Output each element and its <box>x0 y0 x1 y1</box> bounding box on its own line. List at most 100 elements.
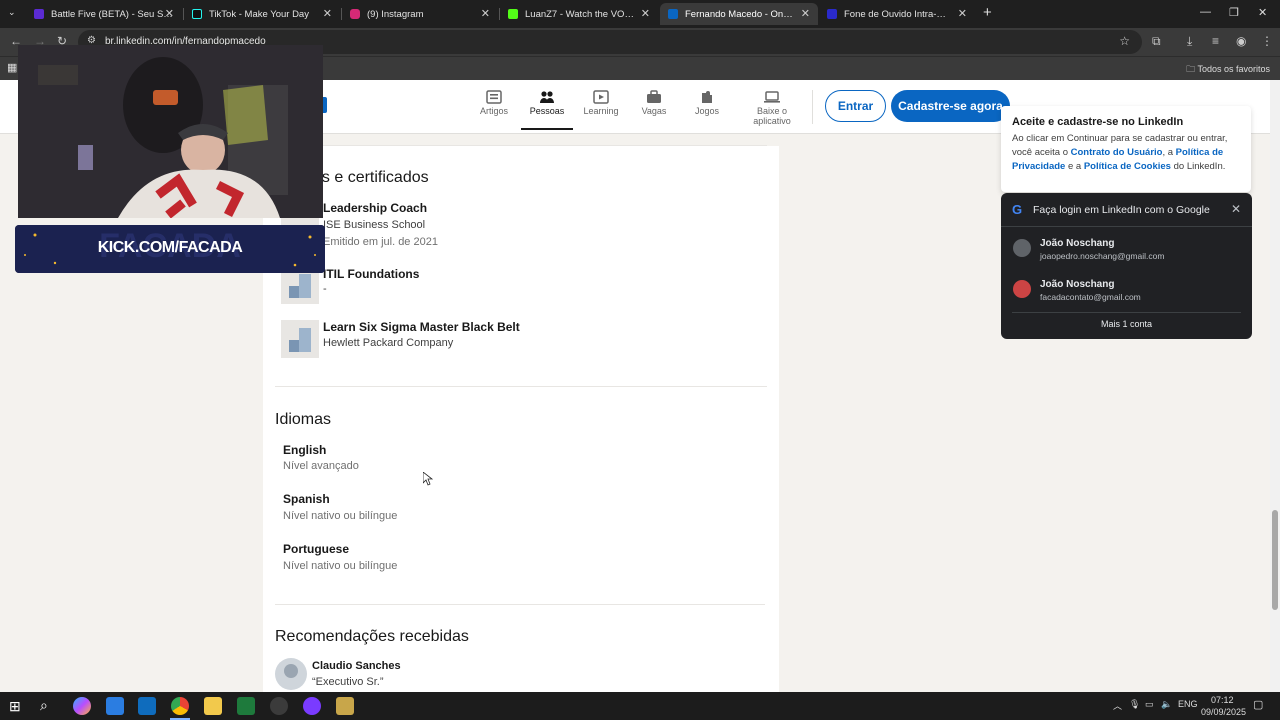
nav-artigos[interactable]: Artigos <box>468 90 520 116</box>
tiktok-favicon-icon <box>192 9 202 19</box>
folder-icon: 🗀 <box>1186 64 1196 74</box>
chrome-icon[interactable] <box>171 697 189 715</box>
cert-title[interactable]: ITIL Foundations <box>323 267 419 281</box>
clock-time[interactable]: 07:12 <box>1211 695 1234 705</box>
languages-heading: Idiomas <box>275 411 332 428</box>
maximize-icon[interactable]: ❐ <box>1229 6 1239 19</box>
account-avatar <box>1013 239 1031 257</box>
tab-fone-de-ouvido[interactable]: Fone de Ouvido Intra-auricular ✕ <box>819 3 975 25</box>
recommender-quote: “Executivo Sr.” <box>312 676 384 688</box>
cert-title[interactable]: Leadership Coach <box>323 201 427 215</box>
google-g-icon: G <box>1012 202 1023 217</box>
language-level: Nível nativo ou bilíngue <box>283 510 398 522</box>
articles-icon <box>486 90 502 104</box>
apps-grid-icon[interactable]: ▦ <box>7 61 17 74</box>
nav-pessoas[interactable]: Pessoas <box>521 90 573 130</box>
google-signin-title: Faça login em LinkedIn com o Google <box>1033 204 1210 216</box>
notifications-icon[interactable]: ▢ <box>1253 698 1263 711</box>
cert-date: Emitido em jul. de 2021 <box>323 236 438 248</box>
start-icon[interactable]: ⊞ <box>9 698 21 715</box>
battle-five-favicon-icon <box>34 9 44 19</box>
google-signin-panel: G Faça login em LinkedIn com o Google ✕ … <box>1001 193 1252 339</box>
network-icon[interactable]: ▭ <box>1145 699 1154 710</box>
close-window-icon[interactable]: ✕ <box>1258 6 1267 19</box>
close-tab-icon[interactable]: ✕ <box>958 7 967 20</box>
close-tab-icon[interactable]: ✕ <box>481 7 490 20</box>
browser-menu-icon[interactable]: ⋮ <box>1261 34 1273 48</box>
minimize-icon[interactable]: — <box>1200 6 1211 18</box>
signin-button[interactable]: Entrar <box>825 90 886 122</box>
outlook-icon[interactable] <box>138 697 156 715</box>
tab-battle-five[interactable]: Battle Five (BETA) - Seu Squad, ✕ <box>26 3 182 25</box>
more-accounts-button[interactable]: Mais 1 conta <box>1001 319 1252 329</box>
user-agreement-link[interactable]: Contrato do Usuário <box>1071 147 1163 158</box>
certificate-placeholder-icon <box>281 320 319 358</box>
new-tab-icon[interactable]: + <box>983 4 992 21</box>
google-signin-header: G Faça login em LinkedIn com o Google ✕ <box>1001 193 1252 227</box>
microphone-icon[interactable]: 🎙 <box>1129 699 1140 710</box>
tray-overflow-icon[interactable]: ︿ <box>1113 699 1122 712</box>
volume-icon[interactable]: 🔈 <box>1161 699 1172 710</box>
consent-popup: Aceite e cadastre-se no LinkedIn Ao clic… <box>1001 106 1251 192</box>
store-icon[interactable] <box>106 697 124 715</box>
kick-banner: FACADA KICK.COM/FACADA <box>15 225 325 273</box>
signup-button[interactable]: Cadastre-se agora <box>891 90 1010 122</box>
excel-icon[interactable] <box>237 697 255 715</box>
all-bookmarks-button[interactable]: 🗀 Todos os favoritos <box>1186 62 1270 78</box>
close-tab-icon[interactable]: ✕ <box>323 7 332 20</box>
bookmark-star-icon[interactable]: ☆ <box>1119 34 1130 48</box>
nav-baixe-o-aplicativo[interactable]: Baixe o aplicativo <box>739 90 805 126</box>
messenger-icon[interactable] <box>303 697 321 715</box>
nav-jogos[interactable]: Jogos <box>681 90 733 116</box>
people-icon <box>540 91 554 103</box>
games-icon <box>702 91 712 103</box>
google-account-item[interactable]: João Noschang joaopedro.noschang@gmail.c… <box>1001 231 1252 271</box>
windows-taskbar: ⊞ ⌕ ︿ 🎙 ▭ 🔈 ENG 07:12 09/09/2025 ▢ <box>0 692 1280 720</box>
obs-icon[interactable] <box>270 697 288 715</box>
cert-title[interactable]: Learn Six Sigma Master Black Belt <box>323 320 520 334</box>
avatar[interactable] <box>275 658 307 690</box>
account-avatar <box>1013 280 1031 298</box>
tab-tiktok[interactable]: TikTok - Make Your Day ✕ <box>184 3 340 25</box>
kick-banner-text: KICK.COM/FACADA <box>97 239 243 256</box>
tab-kick[interactable]: LuanZ7 - Watch the VOD on Kick ✕ <box>500 3 658 25</box>
close-tab-icon[interactable]: ✕ <box>165 7 174 20</box>
webcam-overlay <box>18 45 323 218</box>
extensions-icon[interactable]: ⧉ <box>1152 34 1161 49</box>
tab-search-icon[interactable]: ⌄ <box>8 7 16 18</box>
linkedin-favicon-icon <box>668 9 678 19</box>
tab-instagram[interactable]: (9) Instagram ✕ <box>342 3 498 25</box>
close-tab-icon[interactable]: ✕ <box>641 7 650 20</box>
close-icon[interactable]: ✕ <box>1231 202 1241 216</box>
language-name: Portuguese <box>283 542 350 556</box>
webcam-person-image <box>18 45 323 218</box>
laptop-icon <box>764 91 780 103</box>
learning-icon <box>593 90 609 104</box>
browser-tab-strip: ⌄ Battle Five (BETA) - Seu Squad, ✕ TikT… <box>0 0 1280 28</box>
kick-favicon-icon <box>508 9 518 19</box>
language-indicator[interactable]: ENG <box>1178 699 1198 709</box>
certifications-heading: as e certificados <box>313 169 429 186</box>
language-name: Spanish <box>283 492 330 506</box>
reading-list-icon[interactable]: ≡ <box>1212 34 1219 48</box>
copilot-icon[interactable] <box>73 697 91 715</box>
nav-learning[interactable]: Learning <box>575 90 627 116</box>
profile-icon[interactable]: ◉ <box>1236 34 1246 48</box>
shop-favicon-icon <box>827 9 837 19</box>
jobs-icon <box>647 90 661 103</box>
language-name: English <box>283 443 327 457</box>
nav-vagas[interactable]: Vagas <box>628 90 680 116</box>
recommender-name[interactable]: Claudio Sanches <box>312 660 401 672</box>
page-scrollbar[interactable] <box>1270 80 1280 692</box>
close-tab-icon[interactable]: ✕ <box>801 7 810 20</box>
game-launcher-icon[interactable] <box>336 697 354 715</box>
file-explorer-icon[interactable] <box>204 697 222 715</box>
search-icon[interactable]: ⌕ <box>40 697 48 714</box>
google-account-item[interactable]: João Noschang facadacontato@gmail.com <box>1001 272 1252 312</box>
cert-issuer: Hewlett Packard Company <box>323 337 454 349</box>
download-icon[interactable]: ⤓ <box>1187 34 1192 49</box>
language-level: Nível nativo ou bilíngue <box>283 560 398 572</box>
tab-linkedin[interactable]: Fernando Macedo - On-Premise ✕ <box>660 3 818 25</box>
clock-date[interactable]: 09/09/2025 <box>1201 707 1246 717</box>
cookie-policy-link[interactable]: Política de Cookies <box>1084 161 1171 172</box>
